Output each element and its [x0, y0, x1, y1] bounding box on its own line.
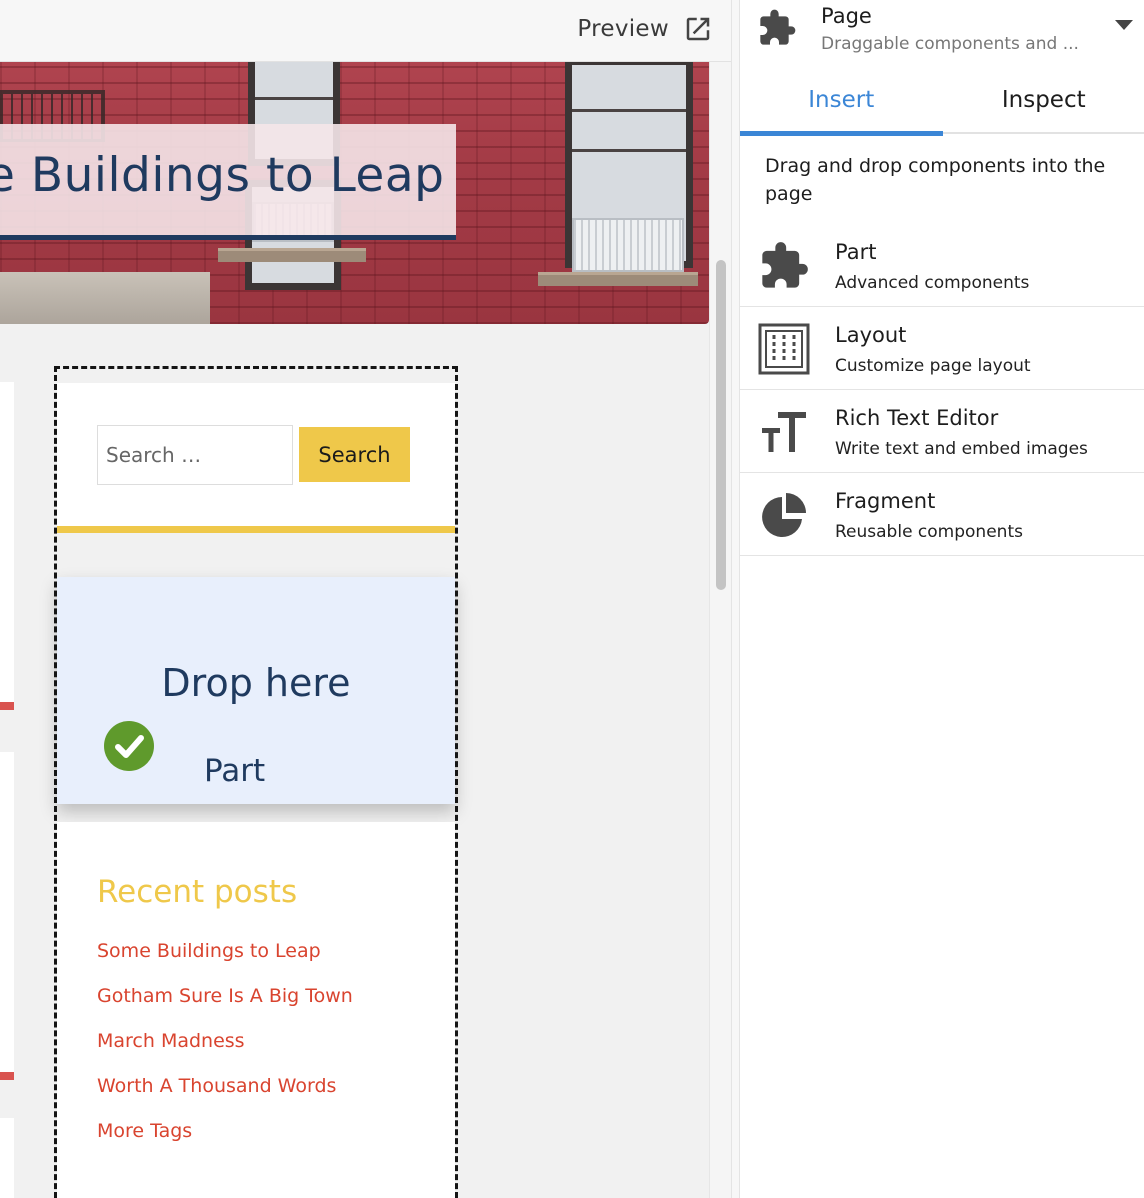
component-fragment[interactable]: Fragment Reusable components — [740, 473, 1144, 556]
pie-chart-icon — [762, 493, 806, 537]
panel-header[interactable]: Page Draggable components and ... — [740, 0, 1144, 66]
preview-button[interactable]: Preview — [577, 10, 713, 48]
puzzle-icon — [762, 242, 808, 288]
component-name: Part — [835, 240, 877, 264]
scrollbar-thumb[interactable] — [716, 260, 726, 590]
component-rich-text-editor[interactable]: Rich Text Editor Write text and embed im… — [740, 390, 1144, 473]
window-sill — [538, 272, 698, 286]
air-conditioner — [572, 218, 684, 272]
text-size-icon — [762, 412, 806, 452]
post-card-partial — [0, 1118, 14, 1198]
component-name: Layout — [835, 323, 907, 347]
tab-inspect[interactable]: Inspect — [943, 66, 1144, 134]
editor-window: Preview e Buildings to Leap Search … Sea… — [0, 0, 1144, 1198]
canvas-scrollbar[interactable] — [709, 62, 731, 1198]
component-description: Customize page layout — [835, 356, 1031, 376]
preview-label: Preview — [577, 16, 669, 42]
chevron-down-icon[interactable] — [1115, 20, 1133, 30]
panel-subtitle: Draggable components and ... — [821, 34, 1079, 54]
tab-insert[interactable]: Insert — [740, 66, 943, 136]
window-sill — [218, 248, 366, 262]
component-name: Fragment — [835, 489, 936, 513]
component-layout[interactable]: Layout Customize page layout — [740, 307, 1144, 390]
puzzle-icon — [760, 9, 796, 45]
component-description: Write text and embed images — [835, 439, 1088, 459]
region-drop-outline — [54, 366, 458, 1198]
context-panel: Page Draggable components and ... Insert… — [739, 0, 1144, 1198]
component-list: Part Advanced components Layout Customiz… — [740, 224, 1144, 556]
component-name: Rich Text Editor — [835, 406, 999, 430]
component-description: Reusable components — [835, 522, 1023, 542]
page-canvas: Preview e Buildings to Leap Search … Sea… — [0, 0, 731, 1198]
external-link-icon — [686, 17, 710, 41]
hero-title: e Buildings to Leap — [0, 148, 445, 203]
component-part[interactable]: Part Advanced components — [740, 224, 1144, 307]
post-card-partial — [0, 382, 14, 710]
hero-title-banner: e Buildings to Leap — [0, 124, 456, 240]
panel-title: Page — [821, 4, 872, 28]
stone-facade — [0, 272, 210, 324]
post-card-partial — [0, 752, 14, 1080]
panel-intro-text: Drag and drop components into the page — [765, 155, 1106, 205]
component-description: Advanced components — [835, 273, 1030, 293]
layout-icon — [758, 323, 810, 375]
panel-divider[interactable] — [731, 0, 739, 1198]
panel-tabs: Insert Inspect — [740, 66, 1144, 136]
canvas-toolbar: Preview — [0, 0, 731, 62]
